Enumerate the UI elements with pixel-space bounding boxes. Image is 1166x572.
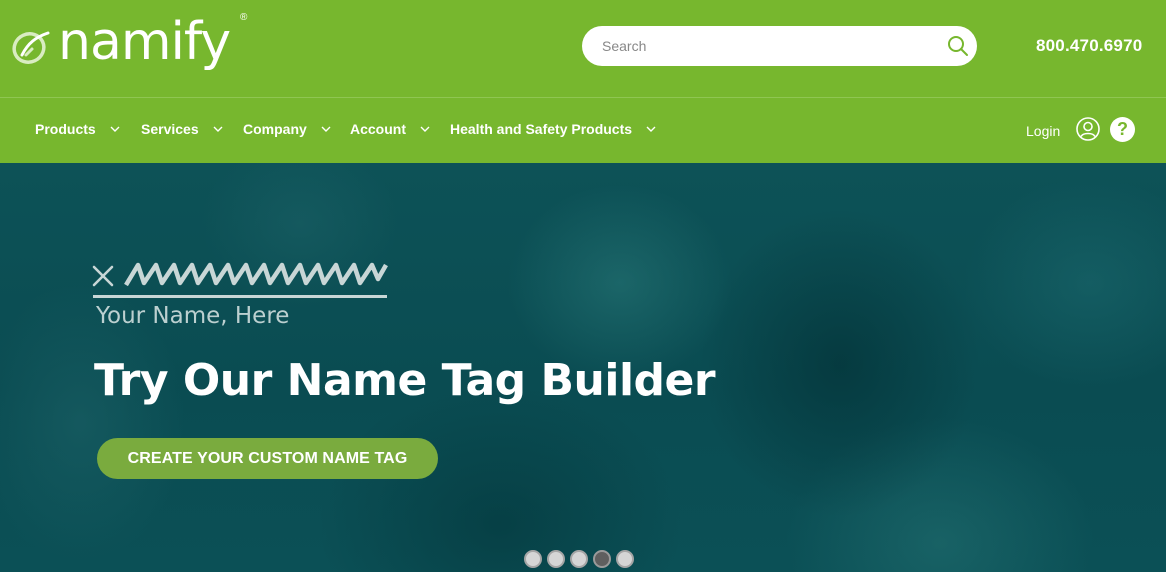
search-input[interactable] xyxy=(602,26,942,66)
main-nav: Products Services Company Account Health… xyxy=(0,98,1166,163)
search-icon[interactable] xyxy=(947,35,969,57)
name-tag-placeholder: Your Name, Here xyxy=(96,303,290,329)
carousel-dot[interactable] xyxy=(547,550,565,568)
create-name-tag-button[interactable]: CREATE YOUR CUSTOM NAME TAG xyxy=(97,438,438,479)
nav-item-health-and-safety-products[interactable]: Health and Safety Products xyxy=(450,121,656,137)
nav-item-label: Company xyxy=(243,121,307,137)
namify-logo[interactable]: namify xyxy=(10,12,231,78)
name-tag-underline xyxy=(93,295,387,298)
search-box xyxy=(582,26,977,66)
name-tag-signature-icon xyxy=(92,262,388,287)
nav-item-services[interactable]: Services xyxy=(141,121,223,137)
chevron-down-icon xyxy=(646,126,656,132)
user-icon[interactable] xyxy=(1076,117,1100,141)
nav-item-label: Products xyxy=(35,121,96,137)
chevron-down-icon xyxy=(420,126,430,132)
nav-item-label: Services xyxy=(141,121,199,137)
header-top-bar: namify ® 800.470.6970 xyxy=(0,0,1166,97)
trademark-symbol: ® xyxy=(240,12,248,23)
nav-item-account[interactable]: Account xyxy=(350,121,430,137)
help-icon[interactable]: ? xyxy=(1110,117,1135,142)
carousel-dot[interactable] xyxy=(570,550,588,568)
chevron-down-icon xyxy=(321,126,331,132)
phone-number[interactable]: 800.470.6970 xyxy=(1036,36,1142,56)
login-link[interactable]: Login xyxy=(1026,123,1060,139)
chevron-down-icon xyxy=(110,126,120,132)
hero-title: Try Our Name Tag Builder xyxy=(94,355,716,406)
carousel-dot[interactable] xyxy=(616,550,634,568)
nav-item-products[interactable]: Products xyxy=(35,121,120,137)
chevron-down-icon xyxy=(213,126,223,132)
nav-item-company[interactable]: Company xyxy=(243,121,331,137)
logo-wordmark: namify xyxy=(58,12,231,72)
carousel-pagination xyxy=(524,550,634,568)
namify-swirl-icon xyxy=(12,31,50,64)
carousel-dot[interactable] xyxy=(524,550,542,568)
nav-item-label: Health and Safety Products xyxy=(450,121,633,137)
nav-item-label: Account xyxy=(350,121,406,137)
carousel-dot-active[interactable] xyxy=(593,550,611,568)
hero-banner: Your Name, Here Try Our Name Tag Builder… xyxy=(0,163,1166,572)
